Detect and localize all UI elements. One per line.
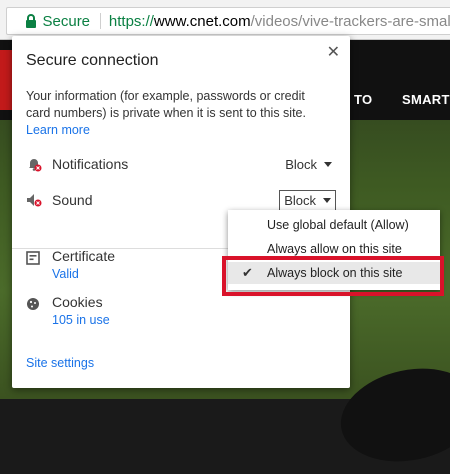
certificate-status-link[interactable]: Valid bbox=[52, 267, 115, 281]
highlight-annotation bbox=[222, 256, 444, 296]
caret-down-icon bbox=[324, 161, 332, 167]
cookies-status-link[interactable]: 105 in use bbox=[52, 313, 110, 327]
menu-item-label: Use global default (Allow) bbox=[267, 218, 409, 232]
omnibox[interactable]: Secure https://www.cnet.com/videos/vive-… bbox=[6, 7, 450, 35]
url-scheme: https:// bbox=[108, 12, 154, 30]
bell-blocked-icon bbox=[26, 156, 42, 172]
connection-description: Your information (for example, passwords… bbox=[26, 88, 326, 139]
site-settings-link[interactable]: Site settings bbox=[26, 356, 94, 370]
sound-dropdown[interactable]: Block bbox=[279, 189, 336, 211]
url-text[interactable]: https://www.cnet.com/videos/vive-tracker… bbox=[109, 13, 450, 30]
description-text: Your information (for example, passwords… bbox=[26, 89, 306, 120]
speaker-muted-icon bbox=[26, 192, 42, 208]
nav-item-to[interactable]: TO bbox=[354, 92, 372, 107]
lock-icon[interactable] bbox=[23, 14, 39, 28]
certificate-icon bbox=[26, 250, 42, 266]
permission-row-sound: Sound Block bbox=[26, 189, 336, 211]
omnibox-separator bbox=[100, 13, 101, 29]
certificate-info: Certificate Valid bbox=[52, 248, 115, 281]
url-path: /videos/vive-trackers-are-small- bbox=[250, 12, 450, 30]
cookies-row: Cookies 105 in use bbox=[26, 294, 336, 334]
close-icon[interactable]: ✕ bbox=[327, 42, 340, 62]
certificate-label: Certificate bbox=[52, 248, 116, 264]
dropdown-value: Block bbox=[285, 156, 317, 172]
permission-label: Sound bbox=[52, 192, 93, 208]
learn-more-link[interactable]: Learn more bbox=[26, 123, 90, 137]
url-host: www.cnet.com bbox=[153, 12, 251, 30]
caret-down-icon bbox=[323, 197, 331, 203]
popup-title: Secure connection bbox=[26, 52, 159, 69]
menu-item-global-default[interactable]: Use global default (Allow) bbox=[228, 214, 440, 236]
cookies-info: Cookies 105 in use bbox=[52, 294, 110, 327]
permission-label: Notifications bbox=[52, 156, 129, 172]
permission-row-notifications: Notifications Block bbox=[26, 154, 336, 174]
nav-item-smart[interactable]: SMART bbox=[402, 92, 450, 107]
notifications-dropdown[interactable]: Block bbox=[281, 155, 336, 174]
secure-label[interactable]: Secure bbox=[43, 13, 91, 30]
menu-item-label: Always allow on this site bbox=[267, 242, 402, 256]
cookies-label: Cookies bbox=[52, 294, 103, 310]
cookie-icon bbox=[26, 296, 42, 312]
dropdown-value: Block bbox=[284, 192, 316, 208]
address-bar: Secure https://www.cnet.com/videos/vive-… bbox=[0, 0, 450, 40]
